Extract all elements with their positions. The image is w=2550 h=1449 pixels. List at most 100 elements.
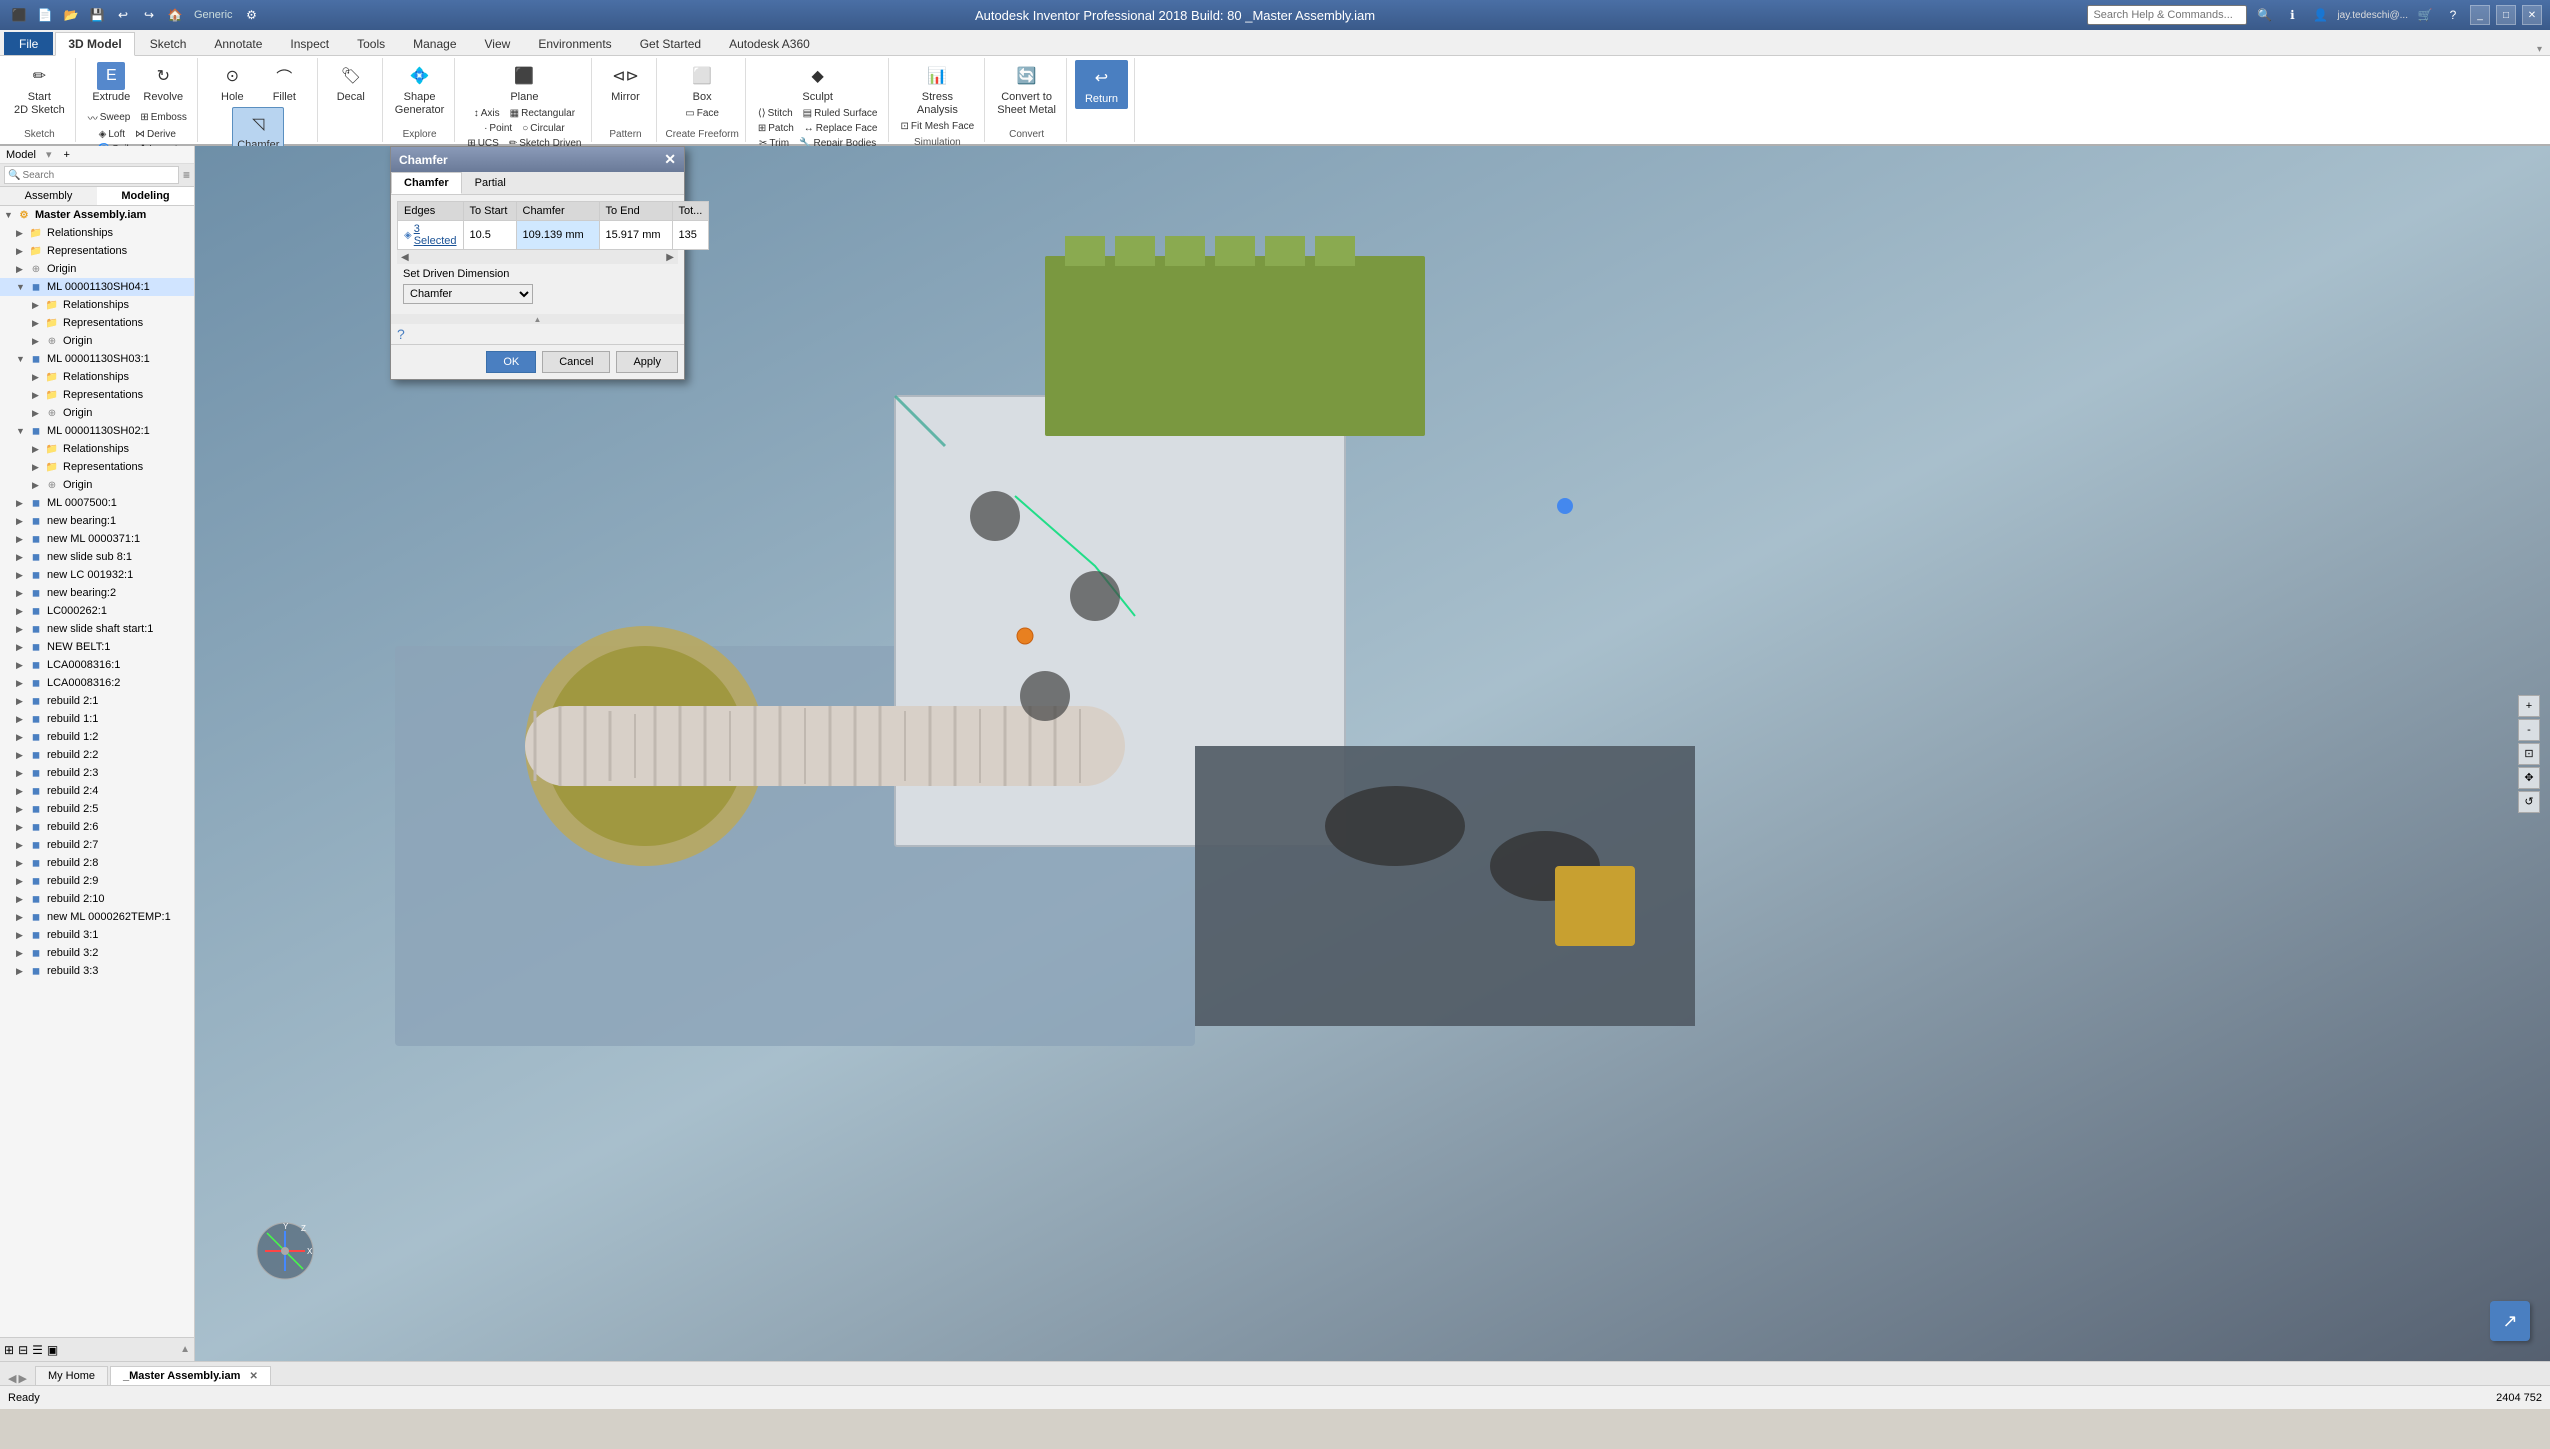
- tab-3dmodel[interactable]: 3D Model: [55, 32, 134, 56]
- tree-arrow-rebuild28[interactable]: ▶: [16, 858, 28, 869]
- tree-arrow-ml003[interactable]: ▼: [16, 426, 28, 436]
- tab-sketch[interactable]: Sketch: [137, 32, 200, 55]
- chamfer-input[interactable]: [523, 229, 593, 241]
- tree-arrow-origin2[interactable]: ▶: [32, 336, 44, 347]
- tab-annotate[interactable]: Annotate: [201, 32, 275, 55]
- tree-item-nslide1[interactable]: ▶ ◼ new slide sub 8:1: [0, 548, 194, 566]
- tree-item-newml262[interactable]: ▶ ◼ new ML 0000262TEMP:1: [0, 908, 194, 926]
- box-btn[interactable]: ⬜ Box: [677, 60, 727, 105]
- tree-arrow-nbear2[interactable]: ▶: [16, 588, 28, 599]
- tree-item-lca8316b[interactable]: ▶ ◼ LCA0008316:2: [0, 674, 194, 692]
- chamfer-dialog-close-btn[interactable]: ✕: [664, 151, 676, 168]
- tree-item-rebuild27[interactable]: ▶ ◼ rebuild 2:7: [0, 836, 194, 854]
- tree-arrow-rel1[interactable]: ▶: [16, 228, 28, 239]
- tree-item-ml371[interactable]: ▶ ◼ new ML 0000371:1: [0, 530, 194, 548]
- tree-item-nbear2[interactable]: ▶ ◼ new bearing:2: [0, 584, 194, 602]
- sweep-btn[interactable]: 〰 Sweep: [84, 109, 135, 126]
- tree-arrow-origin4[interactable]: ▶: [32, 480, 44, 491]
- sidebar-list-icon[interactable]: ⊞: [4, 1343, 14, 1357]
- tab-my-home[interactable]: My Home: [35, 1366, 108, 1385]
- tree-item-rebuild25[interactable]: ▶ ◼ rebuild 2:5: [0, 800, 194, 818]
- patch-btn[interactable]: ⊞ Patch: [754, 122, 798, 135]
- tree-arrow-rep4[interactable]: ▶: [32, 462, 44, 473]
- tree-arrow-rebuild27[interactable]: ▶: [16, 840, 28, 851]
- chamfer-tab-partial[interactable]: Partial: [462, 172, 519, 194]
- tree-arrow-rebuild26[interactable]: ▶: [16, 822, 28, 833]
- tree-item-rebuild26[interactable]: ▶ ◼ rebuild 2:6: [0, 818, 194, 836]
- convert-btn[interactable]: 🔄 Convert toSheet Metal: [993, 60, 1060, 118]
- replace-face-btn[interactable]: ↔ Replace Face: [800, 122, 882, 135]
- tree-arrow-rebuild11[interactable]: ▶: [16, 714, 28, 725]
- tree-item-lc000262[interactable]: ▶ ◼ LC000262:1: [0, 602, 194, 620]
- tree-item-ml002[interactable]: ▼ ◼ ML 00001130SH03:1: [0, 350, 194, 368]
- user-icon[interactable]: 👤: [2309, 4, 2331, 26]
- tree-arrow-rep3[interactable]: ▶: [32, 390, 44, 401]
- fit-btn[interactable]: ⊡: [2518, 743, 2540, 765]
- tab-inspect[interactable]: Inspect: [277, 32, 342, 55]
- start-2d-sketch-btn[interactable]: ✏ Start2D Sketch: [10, 60, 69, 118]
- gear-icon[interactable]: ⚙: [241, 4, 263, 26]
- plane-btn[interactable]: ⬛ Plane: [499, 60, 549, 105]
- to-start-value[interactable]: [463, 221, 516, 250]
- to-end-value[interactable]: [599, 221, 672, 250]
- tree-item-rebuild210[interactable]: ▶ ◼ rebuild 2:10: [0, 890, 194, 908]
- sidebar-tab-assembly[interactable]: Assembly: [0, 187, 97, 205]
- help-icon[interactable]: ?: [2442, 4, 2464, 26]
- extrude-btn[interactable]: E Extrude: [86, 60, 136, 105]
- app-menu-btn[interactable]: ⬛: [8, 4, 30, 26]
- sidebar-grid-icon[interactable]: ⊟: [18, 1343, 28, 1357]
- set-driven-dropdown[interactable]: Chamfer To Start To End Total: [403, 284, 533, 304]
- revolve-btn[interactable]: ↻ Revolve: [138, 60, 188, 105]
- tree-arrow-ml001[interactable]: ▼: [16, 282, 28, 292]
- tab-view[interactable]: View: [472, 32, 524, 55]
- chamfer-tab-chamfer[interactable]: Chamfer: [391, 172, 462, 194]
- axis-btn[interactable]: ↕ Axis: [470, 107, 504, 120]
- sidebar-compact-icon[interactable]: ▣: [47, 1343, 58, 1357]
- tab-environments[interactable]: Environments: [525, 32, 624, 55]
- fit-mesh-face-btn[interactable]: ⊡ Fit Mesh Face: [897, 120, 979, 133]
- tree-item-root[interactable]: ▼ ⚙ Master Assembly.iam: [0, 206, 194, 224]
- expand-ribbon[interactable]: ▾: [2537, 44, 2542, 55]
- tab-a360[interactable]: Autodesk A360: [716, 32, 823, 55]
- tree-arrow-ml500[interactable]: ▶: [16, 498, 28, 509]
- redo-btn[interactable]: ↪: [138, 4, 160, 26]
- tab-nav-left[interactable]: ◀: [8, 1372, 16, 1385]
- open-btn[interactable]: 📂: [60, 4, 82, 26]
- apply-btn[interactable]: Apply: [616, 351, 678, 373]
- tree-arrow-newbelt[interactable]: ▶: [16, 642, 28, 653]
- tree-item-nbear1[interactable]: ▶ ◼ new bearing:1: [0, 512, 194, 530]
- emboss-btn[interactable]: ⊞ Emboss: [136, 111, 191, 124]
- edges-value[interactable]: 3 Selected: [414, 223, 457, 247]
- tree-item-rebuild33[interactable]: ▶ ◼ rebuild 3:3: [0, 962, 194, 980]
- undo-btn[interactable]: ↩: [112, 4, 134, 26]
- tree-item-rel4[interactable]: ▶ 📁 Relationships: [0, 440, 194, 458]
- sculpt-btn[interactable]: ◆ Sculpt: [793, 60, 843, 105]
- fillet-btn[interactable]: ⌒ Fillet: [259, 60, 309, 105]
- tree-arrow-newml262[interactable]: ▶: [16, 912, 28, 923]
- dialog-help-icon[interactable]: ?: [397, 326, 405, 342]
- tree-arrow-rebuild29[interactable]: ▶: [16, 876, 28, 887]
- to-start-input[interactable]: [470, 229, 510, 241]
- maximize-btn[interactable]: □: [2496, 5, 2516, 25]
- tree-item-rebuild11[interactable]: ▶ ◼ rebuild 1:1: [0, 710, 194, 728]
- tree-arrow-lc1932[interactable]: ▶: [16, 570, 28, 581]
- tree-arrow-root[interactable]: ▼: [4, 210, 16, 220]
- tree-item-rebuild28[interactable]: ▶ ◼ rebuild 2:8: [0, 854, 194, 872]
- stress-analysis-btn[interactable]: 📊 StressAnalysis: [912, 60, 962, 118]
- home-btn[interactable]: 🏠: [164, 4, 186, 26]
- chamfer-dialog-titlebar[interactable]: Chamfer ✕: [391, 147, 684, 172]
- tab-tools[interactable]: Tools: [344, 32, 398, 55]
- decal-btn[interactable]: 🏷 Decal: [326, 60, 376, 105]
- tree-item-rep3[interactable]: ▶ 📁 Representations: [0, 386, 194, 404]
- stitch-btn[interactable]: ⟨⟩ Stitch: [754, 107, 797, 120]
- tree-arrow-nslide2[interactable]: ▶: [16, 624, 28, 635]
- scroll-right-btn[interactable]: ▶: [666, 252, 674, 263]
- cart-icon[interactable]: 🛒: [2414, 4, 2436, 26]
- help-search-input[interactable]: [2087, 5, 2247, 25]
- chamfer-value[interactable]: [516, 221, 599, 250]
- circular-btn[interactable]: ○ Circular: [518, 122, 569, 135]
- tree-arrow-rebuild33[interactable]: ▶: [16, 966, 28, 977]
- new-btn[interactable]: 📄: [34, 4, 56, 26]
- tree-arrow-origin1[interactable]: ▶: [16, 264, 28, 275]
- tab-getstarted[interactable]: Get Started: [627, 32, 714, 55]
